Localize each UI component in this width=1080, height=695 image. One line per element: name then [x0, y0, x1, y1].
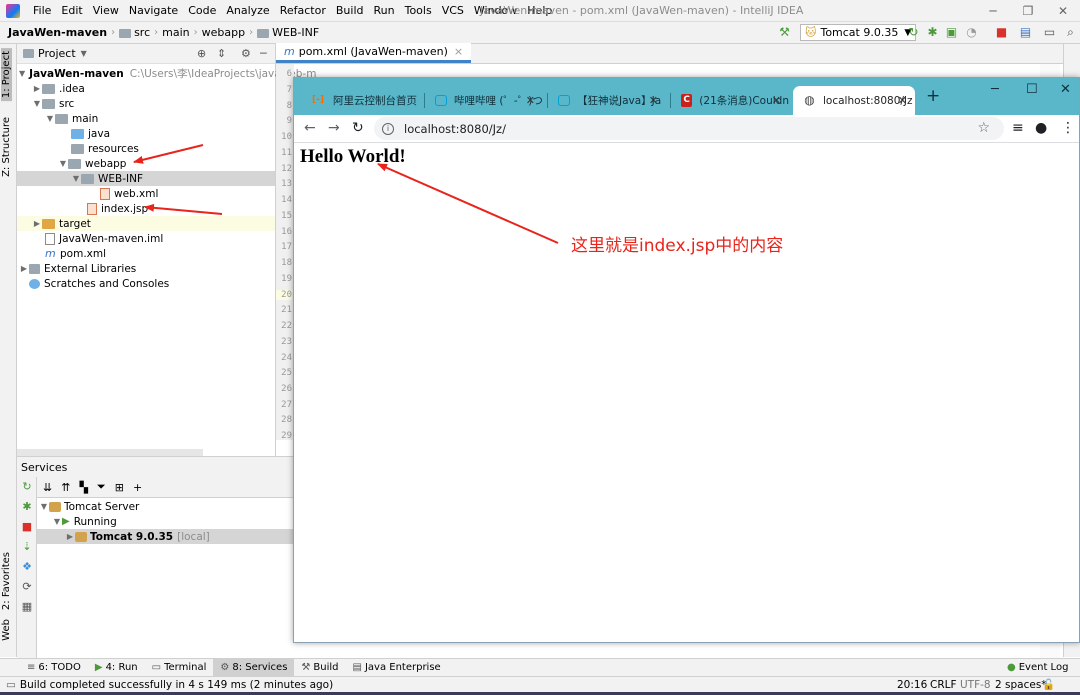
arrow-to-index-jsp	[144, 203, 223, 215]
arrow-to-webapp	[133, 144, 204, 164]
annotation-arrows	[133, 144, 559, 244]
arrow-to-hello-world	[377, 163, 559, 244]
